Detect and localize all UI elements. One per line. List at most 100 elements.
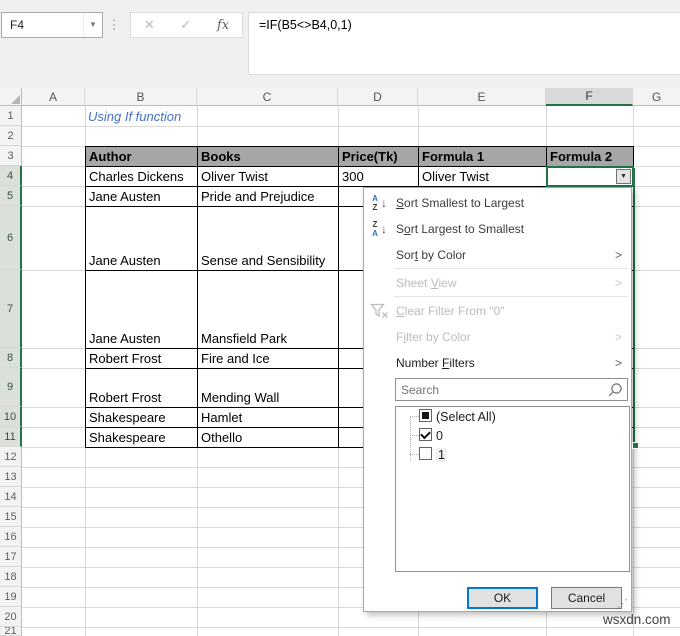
cancel-button[interactable]: Cancel [551, 587, 622, 609]
active-cell-F4[interactable]: ▼ [546, 166, 634, 187]
sort-a-to-z-icon: A Z ↓ [372, 194, 387, 212]
submenu-chevron-icon: > [614, 330, 622, 344]
sheet-note[interactable]: Using If function [88, 109, 181, 124]
filter-values-list: (Select All) 0 1 [395, 406, 630, 572]
list-item-select-all[interactable]: (Select All) [396, 407, 629, 426]
checkbox-indeterminate[interactable] [419, 409, 432, 422]
row-header[interactable]: 3 [0, 146, 22, 166]
price-cell[interactable]: 300 [338, 166, 419, 187]
watermark: wsxdn.com [603, 612, 671, 627]
enter-icon[interactable]: ✓ [180, 17, 191, 33]
author-cell[interactable]: Robert Frost [85, 348, 198, 369]
row-header[interactable]: 17 [0, 547, 22, 567]
book-cell[interactable]: Hamlet [197, 407, 339, 428]
menu-item-sort-smallest-to-largest[interactable]: A Z ↓ Sort Smallest to Largest [364, 190, 631, 216]
column-header[interactable]: A [22, 88, 85, 106]
list-item-label: (Select All) [436, 409, 496, 424]
checkbox-unchecked[interactable] [419, 447, 432, 460]
sort-z-to-a-icon: Z A ↓ [372, 220, 387, 238]
column-header[interactable]: C [197, 88, 338, 106]
row-header[interactable]: 16 [0, 527, 22, 547]
book-cell[interactable]: Mending Wall [197, 368, 339, 408]
book-cell[interactable]: Oliver Twist [197, 166, 339, 187]
formula-buttons: ✕ ✓ fx [130, 12, 243, 38]
row-header-selected[interactable]: 8 [0, 348, 22, 368]
formula-text: =IF(B5<>B4,0,1) [259, 18, 352, 32]
column-header[interactable]: G [633, 88, 680, 106]
row-header[interactable]: 1 [0, 106, 22, 126]
cancel-icon[interactable]: ✕ [144, 17, 155, 33]
book-cell[interactable]: Pride and Prejudice [197, 186, 339, 207]
menu-item-label: Number Filters [396, 356, 475, 370]
column-header[interactable]: B [85, 88, 197, 106]
menu-item-sort-by-color[interactable]: Sort by Color > [364, 242, 631, 268]
row-header[interactable]: 21 [0, 627, 22, 636]
menu-separator [394, 268, 628, 269]
formula1-cell[interactable]: Oliver Twist [418, 166, 547, 187]
resize-grip-icon[interactable]: ⋰ [617, 599, 628, 610]
header-formula2[interactable]: Formula 2 [546, 146, 634, 167]
author-cell[interactable]: Shakespeare [85, 427, 198, 448]
header-author[interactable]: Author [85, 146, 198, 167]
book-cell[interactable]: Mansfield Park [197, 270, 339, 349]
book-cell[interactable]: Sense and Sensibility [197, 206, 339, 271]
more-options-icon[interactable]: ⋮ [107, 14, 121, 36]
header-price[interactable]: Price(Tk) [338, 146, 419, 167]
row-header-selected[interactable]: 6 [0, 206, 22, 270]
menu-item-number-filters[interactable]: Number Filters > [364, 350, 631, 376]
book-cell[interactable]: Othello [197, 427, 339, 448]
menu-item-label: Sheet View [396, 276, 457, 290]
header-books[interactable]: Books [197, 146, 339, 167]
select-all-corner[interactable] [0, 88, 22, 106]
menu-item-filter-by-color[interactable]: Filter by Color > [364, 324, 631, 350]
author-cell[interactable]: Jane Austen [85, 186, 198, 207]
list-item-1[interactable]: 1 [396, 445, 629, 464]
fill-handle[interactable] [632, 442, 639, 449]
column-header-selected[interactable]: F [546, 88, 633, 106]
row-header-selected[interactable]: 5 [0, 186, 22, 206]
insert-function-icon[interactable]: fx [217, 18, 229, 33]
row-header-selected[interactable]: 11 [0, 427, 22, 447]
checkbox-checked[interactable] [419, 428, 432, 441]
submenu-chevron-icon: > [614, 356, 622, 370]
row-header[interactable]: 20 [0, 607, 22, 627]
menu-item-label: Sort Largest to Smallest [396, 222, 525, 236]
name-box-dropdown-icon[interactable]: ▼ [83, 13, 102, 37]
menu-item-label: Sort by Color [396, 248, 467, 262]
author-cell[interactable]: Shakespeare [85, 407, 198, 428]
row-header-selected[interactable]: 9 [0, 368, 22, 407]
row-header[interactable]: 13 [0, 467, 22, 487]
book-cell[interactable]: Fire and Ice [197, 348, 339, 369]
submenu-chevron-icon: > [614, 276, 622, 290]
name-box-value: F4 [10, 18, 25, 32]
author-cell[interactable]: Robert Frost [85, 368, 198, 408]
row-header[interactable]: 12 [0, 447, 22, 467]
menu-item-sheet-view[interactable]: Sheet View > [364, 270, 631, 296]
column-header[interactable]: E [418, 88, 546, 106]
author-cell[interactable]: Jane Austen [85, 206, 198, 271]
menu-item-label: Clear Filter From "0" [396, 304, 505, 318]
search-input[interactable] [396, 379, 627, 400]
name-box[interactable]: F4 ▼ [1, 12, 103, 38]
list-item-0[interactable]: 0 [396, 426, 629, 445]
row-header-selected[interactable]: 4 [0, 166, 22, 186]
author-cell[interactable]: Charles Dickens [85, 166, 198, 187]
menu-item-clear-filter[interactable]: Clear Filter From "0" [364, 298, 631, 324]
row-header[interactable]: 18 [0, 567, 22, 587]
formula-bar[interactable]: =IF(B5<>B4,0,1) [248, 12, 680, 75]
row-header-selected[interactable]: 7 [0, 270, 22, 348]
ok-button[interactable]: OK [467, 587, 538, 609]
row-header[interactable]: 2 [0, 126, 22, 146]
submenu-chevron-icon: > [614, 248, 622, 262]
header-formula1[interactable]: Formula 1 [418, 146, 547, 167]
author-cell[interactable]: Jane Austen [85, 270, 198, 349]
row-header[interactable]: 15 [0, 507, 22, 527]
row-header[interactable]: 19 [0, 587, 22, 607]
filter-dropdown-button[interactable]: ▼ [616, 169, 631, 184]
menu-item-label: Sort Smallest to Largest [396, 196, 525, 210]
menu-item-sort-largest-to-smallest[interactable]: Z A ↓ Sort Largest to Smallest [364, 216, 631, 242]
column-header[interactable]: D [338, 88, 418, 106]
row-header[interactable]: 14 [0, 487, 22, 507]
row-header-selected[interactable]: 10 [0, 407, 22, 427]
search-box[interactable] [395, 378, 628, 401]
